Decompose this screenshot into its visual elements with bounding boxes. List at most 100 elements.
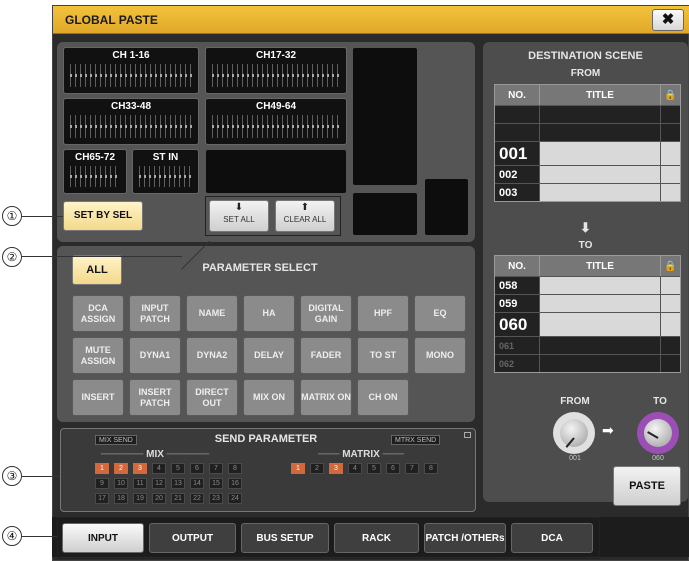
set-by-sel-button[interactable]: SET BY SEL	[63, 201, 143, 231]
tab-bus-setup[interactable]: BUS SETUP	[241, 523, 329, 553]
mix-cell[interactable]: 16	[228, 478, 242, 489]
from-scene-table[interactable]: NO. TITLE 🔒 001 002 003	[494, 84, 681, 202]
scene-title-cell	[539, 106, 660, 123]
mix-cell[interactable]: 12	[152, 478, 166, 489]
paste-button[interactable]: PASTE	[613, 466, 681, 506]
param-button-eq[interactable]: EQ	[414, 295, 466, 332]
channel-block-st-in[interactable]: ST IN	[132, 149, 199, 194]
table-row[interactable]: 001	[495, 141, 680, 165]
param-button-input-patch[interactable]: INPUT PATCH	[129, 295, 181, 332]
mix-cell[interactable]: 19	[133, 493, 147, 504]
mix-cell[interactable]: 21	[171, 493, 185, 504]
mix-cell[interactable]: 23	[209, 493, 223, 504]
mix-cell[interactable]: 6	[190, 463, 204, 474]
mix-cell[interactable]: 5	[171, 463, 185, 474]
matrix-cell[interactable]: 8	[424, 463, 438, 474]
tab-input[interactable]: INPUT	[62, 523, 144, 553]
scene-title-cell	[539, 184, 660, 201]
channel-block-ch17-32[interactable]: CH17-32	[205, 47, 347, 94]
tab-rack[interactable]: RACK	[334, 523, 419, 553]
scene-title-cell	[539, 124, 660, 141]
table-row[interactable]: 059	[495, 294, 680, 312]
channel-block-ch1-16[interactable]: CH 1-16	[63, 47, 199, 94]
knob-from-value: 001	[569, 455, 581, 462]
param-button-direct-out[interactable]: DIRECT OUT	[186, 379, 238, 416]
mix-cell[interactable]: 9	[95, 478, 109, 489]
mix-cell[interactable]: 10	[114, 478, 128, 489]
param-button-dyna1[interactable]: DYNA1	[129, 337, 181, 374]
scene-number: 062	[499, 358, 515, 369]
mix-send-tag: MIX SEND	[95, 435, 137, 445]
all-button[interactable]: ALL	[72, 255, 122, 285]
table-row[interactable]: 003	[495, 183, 680, 201]
scene-number	[495, 124, 539, 141]
clear-all-button[interactable]: ⬆ CLEAR ALL	[275, 200, 335, 232]
mix-cell[interactable]: 8	[228, 463, 242, 474]
matrix-cell[interactable]: 4	[348, 463, 362, 474]
set-all-button[interactable]: ⬇ SET ALL	[209, 200, 269, 232]
to-scene-knob[interactable]	[637, 412, 679, 454]
param-button-insert-patch[interactable]: INSERT PATCH	[129, 379, 181, 416]
param-button-digital-gain[interactable]: DIGITAL GAIN	[300, 295, 352, 332]
scene-lock-cell	[660, 166, 680, 183]
mix-cell[interactable]: 14	[190, 478, 204, 489]
table-row[interactable]: 002	[495, 165, 680, 183]
table-row[interactable]	[495, 123, 680, 141]
matrix-cell[interactable]: 5	[367, 463, 381, 474]
param-button-mix-on[interactable]: MIX ON	[243, 379, 295, 416]
mix-cell[interactable]: 2	[114, 463, 128, 474]
tab-output[interactable]: OUTPUT	[149, 523, 236, 553]
param-button-dyna2[interactable]: DYNA2	[186, 337, 238, 374]
param-button-insert[interactable]: INSERT	[72, 379, 124, 416]
close-button[interactable]: ✖	[652, 9, 684, 31]
matrix-label: ─── MATRIX ───	[318, 449, 404, 460]
channel-block-ch33-48[interactable]: CH33-48	[63, 98, 199, 145]
to-scene-table[interactable]: NO. TITLE 🔒 058 059 060 061 062	[494, 255, 681, 373]
matrix-cell[interactable]: 6	[386, 463, 400, 474]
mix-cell[interactable]: 17	[95, 493, 109, 504]
param-button-hpf[interactable]: HPF	[357, 295, 409, 332]
mix-cell[interactable]: 22	[190, 493, 204, 504]
to-rows: 058 059 060 061 062	[495, 276, 680, 372]
channel-block-ch65-72[interactable]: CH65-72	[63, 149, 127, 194]
param-button-fader[interactable]: FADER	[300, 337, 352, 374]
matrix-cell[interactable]: 3	[329, 463, 343, 474]
param-button-ch-on[interactable]: CH ON	[357, 379, 409, 416]
mix-cell[interactable]: 18	[114, 493, 128, 504]
param-button-matrix-on[interactable]: MATRIX ON	[300, 379, 352, 416]
matrix-cell[interactable]: 2	[310, 463, 324, 474]
param-button-to-st[interactable]: TO ST	[357, 337, 409, 374]
scene-number: 059	[499, 297, 518, 310]
set-all-label: SET ALL	[223, 215, 255, 224]
table-header: NO. TITLE 🔒	[495, 256, 680, 276]
table-row[interactable]: 061	[495, 336, 680, 354]
from-scene-knob[interactable]	[553, 412, 595, 454]
table-row[interactable]: 060	[495, 312, 680, 336]
matrix-cell[interactable]: 7	[405, 463, 419, 474]
param-button-mono[interactable]: MONO	[414, 337, 466, 374]
mix-cell[interactable]: 13	[171, 478, 185, 489]
expand-icon[interactable]	[464, 432, 471, 438]
param-button-dca-assign[interactable]: DCA ASSIGN	[72, 295, 124, 332]
mix-cell[interactable]: 20	[152, 493, 166, 504]
param-button-delay[interactable]: DELAY	[243, 337, 295, 374]
tab-patch-others[interactable]: PATCH /OTHERs	[424, 523, 506, 553]
channel-block-ch49-64[interactable]: CH49-64	[205, 98, 347, 145]
mix-cell[interactable]: 24	[228, 493, 242, 504]
mix-cell[interactable]: 3	[133, 463, 147, 474]
param-button-ha[interactable]: HA	[243, 295, 295, 332]
param-button-name[interactable]: NAME	[186, 295, 238, 332]
scene-number: 060	[499, 314, 528, 334]
mix-cell[interactable]: 1	[95, 463, 109, 474]
table-row[interactable]: 062	[495, 354, 680, 372]
matrix-cell[interactable]: 1	[291, 463, 305, 474]
mix-cell[interactable]: 11	[133, 478, 147, 489]
param-button-mute-assign[interactable]: MUTE ASSIGN	[72, 337, 124, 374]
mix-cell[interactable]: 7	[209, 463, 223, 474]
table-row[interactable]	[495, 105, 680, 123]
tab-dca[interactable]: DCA	[511, 523, 593, 553]
table-row[interactable]: 058	[495, 276, 680, 294]
title-bar: GLOBAL PASTE ✖	[53, 6, 689, 34]
mix-cell[interactable]: 15	[209, 478, 223, 489]
mix-cell[interactable]: 4	[152, 463, 166, 474]
